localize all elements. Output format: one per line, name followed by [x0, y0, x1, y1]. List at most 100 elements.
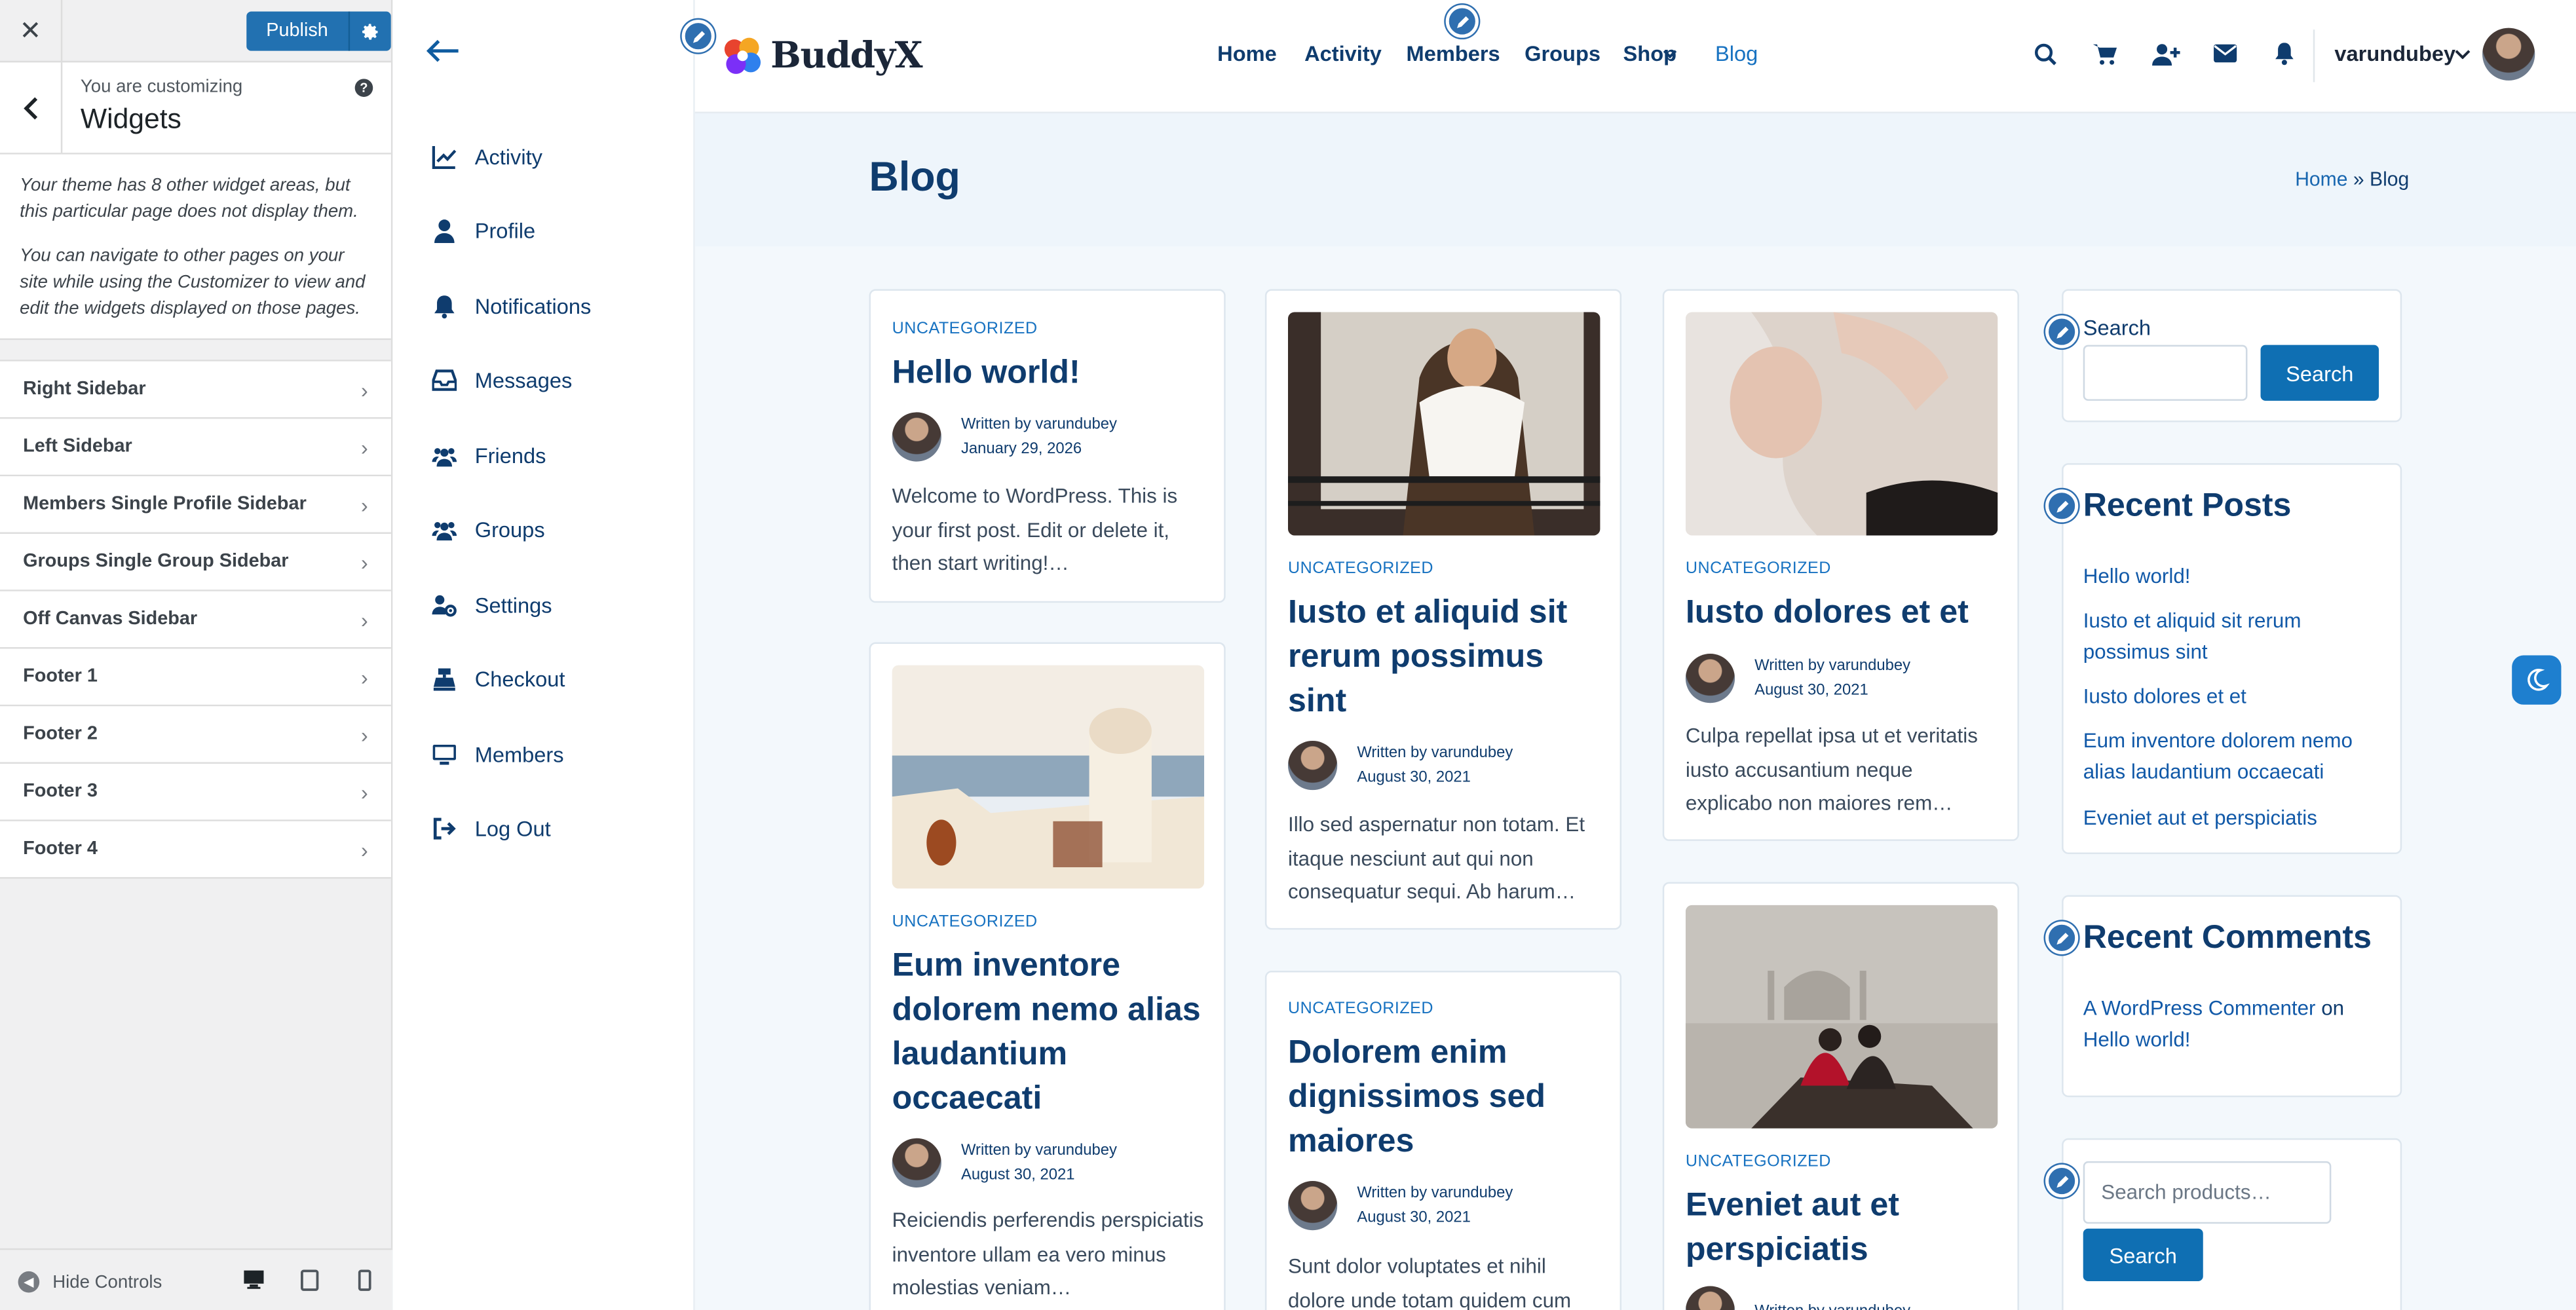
- chevron-down-icon: [1663, 50, 1677, 59]
- post-date[interactable]: August 30, 2021: [1357, 1206, 1513, 1231]
- author-avatar[interactable]: [1288, 1181, 1338, 1231]
- author-avatar[interactable]: [1288, 740, 1338, 791]
- post-author[interactable]: Written by varundubey: [961, 1138, 1117, 1163]
- help-icon[interactable]: ?: [354, 79, 373, 97]
- post-author[interactable]: Written by varundubey: [1754, 1298, 1910, 1310]
- edit-widget-icon[interactable]: [2045, 315, 2079, 348]
- add-friend-icon[interactable]: [2152, 43, 2180, 66]
- chevron-left-icon: [22, 96, 37, 119]
- preview-mobile-button[interactable]: [337, 1249, 392, 1310]
- comment-post-link[interactable]: Hello world!: [2083, 1028, 2191, 1051]
- user-avatar[interactable]: [2482, 28, 2535, 81]
- publish-button[interactable]: Publish: [246, 11, 348, 51]
- post-category[interactable]: UNCATEGORIZED: [1288, 560, 1433, 578]
- panel-item-messages[interactable]: Messages: [432, 363, 572, 396]
- author-avatar[interactable]: [1685, 1286, 1735, 1310]
- recent-post-link[interactable]: Iusto dolores et et: [2083, 682, 2387, 713]
- site-logo[interactable]: BuddyX: [719, 33, 923, 79]
- post-title[interactable]: Iusto dolores et et: [1686, 591, 2006, 636]
- edit-shortcut-icon[interactable]: [681, 20, 715, 53]
- username-menu[interactable]: varundubey: [2334, 41, 2455, 66]
- panel-item-activity[interactable]: Activity: [432, 140, 542, 172]
- panel-item-members[interactable]: Members: [432, 738, 564, 770]
- post-thumbnail-image[interactable]: [892, 665, 1205, 889]
- recent-post-link[interactable]: Eveniet aut et perspiciatis: [2083, 803, 2387, 834]
- post-author[interactable]: Written by varundubey: [1754, 654, 1910, 679]
- widget-area-right-sidebar[interactable]: Right Sidebar ›: [0, 361, 391, 419]
- widget-area-off-canvas-sidebar[interactable]: Off Canvas Sidebar ›: [0, 591, 391, 649]
- widget-area-groups-single-sidebar[interactable]: Groups Single Group Sidebar ›: [0, 533, 391, 591]
- post-card: UNCATEGORIZED Iusto dolores et et Writte…: [1662, 289, 2019, 841]
- post-date[interactable]: August 30, 2021: [1357, 766, 1513, 791]
- post-title[interactable]: Iusto et aliquid sit rerum possimus sint: [1288, 591, 1608, 724]
- nav-groups[interactable]: Groups: [1525, 41, 1601, 66]
- post-category[interactable]: UNCATEGORIZED: [1288, 1000, 1433, 1019]
- author-avatar[interactable]: [1685, 654, 1735, 703]
- preview-tablet-button[interactable]: [281, 1249, 337, 1310]
- widget-area-left-sidebar[interactable]: Left Sidebar ›: [0, 419, 391, 477]
- publish-settings-button[interactable]: [347, 11, 391, 51]
- widget-area-footer-3[interactable]: Footer 3 ›: [0, 764, 391, 821]
- nav-members[interactable]: Members: [1407, 41, 1500, 66]
- nav-home[interactable]: Home: [1217, 41, 1277, 66]
- widget-area-footer-1[interactable]: Footer 1 ›: [0, 648, 391, 707]
- author-avatar[interactable]: [892, 412, 941, 462]
- recent-post-link[interactable]: Iusto et aliquid sit rerum possimus sint: [2083, 606, 2387, 668]
- post-title[interactable]: Eum inventore dolorem nemo alias laudant…: [892, 945, 1213, 1122]
- post-date[interactable]: August 30, 2021: [1754, 679, 1910, 703]
- post-author[interactable]: Written by varundubey: [1357, 1181, 1513, 1206]
- post-title[interactable]: Eveniet aut et perspiciatis: [1686, 1184, 2006, 1273]
- post-thumbnail-image[interactable]: [1685, 905, 1998, 1129]
- comment-author-link[interactable]: A WordPress Commenter: [2083, 997, 2316, 1020]
- hide-controls-button[interactable]: ◀ Hide Controls: [0, 1271, 225, 1293]
- edit-widget-icon[interactable]: [2045, 1164, 2079, 1198]
- post-category[interactable]: UNCATEGORIZED: [1686, 560, 1831, 578]
- edit-widget-icon[interactable]: [2045, 489, 2079, 523]
- post-author[interactable]: Written by varundubey: [1357, 741, 1513, 766]
- close-panel-button[interactable]: [425, 39, 460, 71]
- recent-post-link[interactable]: Eum inventore dolorem nemo alias laudant…: [2083, 726, 2387, 788]
- post-date[interactable]: January 29, 2026: [961, 437, 1117, 462]
- post-date[interactable]: August 30, 2021: [961, 1163, 1117, 1188]
- post-thumbnail-image[interactable]: [1685, 312, 1998, 536]
- nav-activity[interactable]: Activity: [1304, 41, 1382, 66]
- edit-widget-icon[interactable]: [2045, 921, 2079, 954]
- post-category[interactable]: UNCATEGORIZED: [892, 913, 1038, 931]
- search-button[interactable]: Search: [2260, 345, 2379, 401]
- panel-item-settings[interactable]: Settings: [432, 588, 552, 621]
- search-input[interactable]: [2083, 345, 2248, 401]
- widget-area-members-profile-sidebar[interactable]: Members Single Profile Sidebar ›: [0, 476, 391, 534]
- messages-icon[interactable]: [2213, 43, 2238, 64]
- post-title[interactable]: Dolorem enim dignissimos sed maiores: [1288, 1032, 1608, 1165]
- author-avatar[interactable]: [892, 1138, 941, 1188]
- post-thumbnail-image[interactable]: [1288, 312, 1601, 536]
- nav-blog[interactable]: Blog: [1715, 41, 1758, 66]
- bell-icon[interactable]: [2274, 43, 2296, 66]
- panel-item-notifications[interactable]: Notifications: [432, 289, 591, 322]
- search-icon[interactable]: [2034, 43, 2056, 66]
- panel-item-logout[interactable]: Log Out: [432, 812, 551, 844]
- post-category[interactable]: UNCATEGORIZED: [1686, 1153, 1831, 1171]
- divider: [2313, 29, 2315, 83]
- widget-area-footer-2[interactable]: Footer 2 ›: [0, 706, 391, 764]
- panel-item-friends[interactable]: Friends: [432, 439, 546, 472]
- panel-item-groups[interactable]: Groups: [432, 512, 545, 545]
- recent-post-link[interactable]: Hello world!: [2083, 562, 2387, 593]
- close-customizer-button[interactable]: ✕: [0, 0, 63, 62]
- product-search-input[interactable]: Search products…: [2083, 1161, 2332, 1224]
- product-search-button[interactable]: Search: [2083, 1228, 2203, 1281]
- edit-menu-shortcut-icon[interactable]: [1445, 5, 1479, 38]
- panel-item-profile[interactable]: Profile: [432, 214, 535, 246]
- customizer-section-header: You are customizing Widgets: [0, 62, 391, 155]
- preview-desktop-button[interactable]: [225, 1249, 281, 1310]
- post-category[interactable]: UNCATEGORIZED: [892, 320, 1038, 339]
- dark-mode-toggle-button[interactable]: [2512, 655, 2562, 705]
- widget-area-footer-4[interactable]: Footer 4 ›: [0, 821, 391, 879]
- post-author[interactable]: Written by varundubey: [961, 412, 1117, 437]
- breadcrumb-home[interactable]: Home: [2295, 168, 2347, 191]
- post-title[interactable]: Hello world!: [892, 352, 1213, 396]
- panel-item-checkout[interactable]: Checkout: [432, 662, 565, 695]
- cart-icon[interactable]: [2093, 43, 2118, 66]
- panel-item-label: Members: [474, 741, 564, 766]
- back-button[interactable]: [0, 62, 63, 153]
